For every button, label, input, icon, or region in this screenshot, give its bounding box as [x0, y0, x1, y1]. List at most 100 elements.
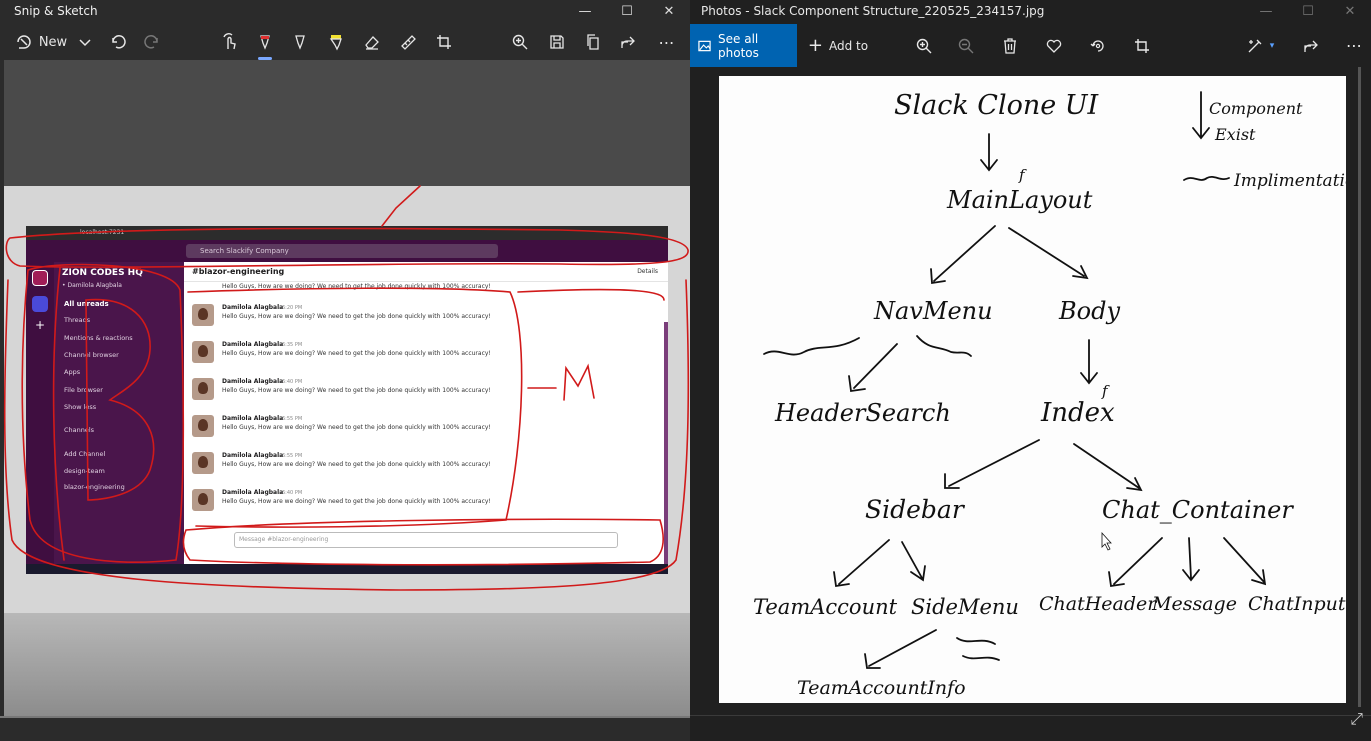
crop-icon [437, 35, 451, 49]
zoom-icon [512, 34, 528, 50]
ruler-button[interactable] [396, 24, 420, 60]
close-button[interactable]: ✕ [648, 0, 690, 22]
index-node: Index [1040, 398, 1115, 428]
expand-icon[interactable]: ⤢ [1350, 709, 1363, 729]
message-time: 6:20 PM [282, 305, 303, 311]
avatar [192, 452, 214, 474]
photos-toolbar: See all photos + Add to ▾ ⋯ [690, 24, 1371, 67]
arrow-index-to-sidebar [944, 439, 1040, 489]
copy-button[interactable] [581, 24, 605, 60]
message-row: Damilola Alagbala 6:40 PM Hello Guys, Ho… [192, 487, 652, 517]
slack-sidebar: ZION CODES HQ • Damilola Alagbala All un… [54, 262, 184, 564]
photo-viewer[interactable]: Slack Clone UI Component Exist Impliment… [690, 67, 1371, 741]
avatar [192, 304, 214, 326]
sidebar-item: Add Channel [64, 450, 106, 458]
touch-writing-icon [223, 33, 236, 50]
partial-message-text: Hello Guys, How are we doing? We need to… [222, 283, 491, 290]
message-author: Damilola Alagbala [222, 341, 284, 348]
eraser-icon [365, 36, 379, 50]
message-author: Damilola Alagbala [222, 489, 284, 496]
team-account-node: TeamAccount [753, 595, 898, 619]
save-button[interactable] [545, 24, 569, 60]
arrow-index-to-chat [1073, 443, 1143, 492]
sidebar-item: Show less [64, 403, 97, 411]
more-options-button[interactable]: ⋯ [655, 24, 679, 60]
message-author: Damilola Alagbala [222, 415, 284, 422]
legend-component: Component [1209, 99, 1303, 118]
zoom-in-icon [916, 38, 932, 53]
share-button[interactable] [1299, 24, 1323, 67]
favorite-button[interactable] [1042, 24, 1066, 67]
crop-button[interactable] [432, 24, 456, 60]
component-tree-diagram: Slack Clone UI Component Exist Impliment… [753, 90, 1366, 699]
redo-icon [144, 35, 158, 49]
whiteboard-photo: Slack Clone UI Component Exist Impliment… [719, 76, 1366, 703]
header-search-node: HeaderSearch [774, 399, 951, 427]
close-button[interactable]: ✕ [1329, 0, 1371, 22]
chevron-down-icon: ▾ [1269, 40, 1275, 51]
chevron-down-icon [79, 39, 91, 47]
new-dropdown-button[interactable] [74, 24, 96, 60]
message-row: Damilola Alagbala 6:55 PM Hello Guys, Ho… [192, 450, 652, 480]
pencil-button[interactable] [288, 24, 312, 60]
maximize-button[interactable]: ☐ [606, 0, 648, 22]
undo-button[interactable] [106, 24, 128, 60]
slack-topbar: Search Slackify Company [26, 240, 668, 262]
highlighter-button[interactable] [324, 24, 348, 60]
filmstrip-divider [690, 715, 1371, 716]
ballpoint-pen-button[interactable] [252, 24, 278, 60]
maximize-button[interactable]: ☐ [1287, 0, 1329, 22]
zoom-out-button[interactable] [954, 24, 978, 67]
pen-icon [260, 35, 270, 50]
slack-main: #blazor-engineering Details Hello Guys, … [184, 262, 668, 574]
message-time: 6:55 PM [282, 453, 303, 459]
touch-writing-button[interactable] [218, 24, 242, 60]
slack-workspace-rail: + [26, 262, 54, 564]
edit-create-button[interactable]: ▾ [1242, 24, 1278, 67]
message-author: Damilola Alagbala [222, 452, 284, 459]
snip-window-title: Snip & Sketch [14, 4, 98, 18]
zoom-in-button[interactable] [912, 24, 936, 67]
sidebar-item: design-team [64, 467, 105, 475]
minimize-button[interactable]: — [564, 0, 606, 22]
redo-button[interactable] [142, 24, 164, 60]
sidebar-item: File browser [64, 386, 103, 394]
arrow-sidebar-to-sidemenu [901, 541, 926, 582]
sidebar-item: Apps [64, 368, 81, 376]
chat-input-node: ChatInput [1248, 593, 1346, 615]
share-button[interactable] [616, 24, 640, 60]
add-to-button[interactable]: + Add to [807, 24, 869, 67]
pencil-icon [295, 35, 305, 50]
arrow-navmenu-to-header [848, 343, 898, 393]
workspace-user: • Damilola Alagbala [62, 282, 122, 289]
minimize-button[interactable]: — [1245, 0, 1287, 22]
message-text: Hello Guys, How are we doing? We need to… [222, 498, 491, 505]
see-all-photos-button[interactable]: See all photos [690, 24, 797, 67]
arrow-sidebar-to-teamaccount [833, 539, 890, 588]
chat-container-node: Chat_Container [1102, 496, 1294, 524]
browser-url: localhost:7231 [80, 229, 125, 236]
browser-bar: localhost:7231 [26, 226, 668, 240]
new-snip-button[interactable]: New [12, 24, 70, 60]
embedded-slack-screenshot: localhost:7231 Search Slackify Company +… [26, 226, 668, 574]
message-time: 6:40 PM [282, 490, 303, 496]
avatar [192, 415, 214, 437]
ruler-icon [401, 35, 416, 50]
arrow-chat-to-message [1182, 537, 1200, 582]
more-options-button[interactable]: ⋯ [1342, 24, 1366, 67]
arrow-body-to-index [1080, 339, 1098, 385]
chat-header-node: ChatHeader [1039, 593, 1158, 615]
zoom-button[interactable] [508, 24, 532, 60]
eraser-button[interactable] [360, 24, 384, 60]
crop-button[interactable] [1130, 24, 1154, 67]
photos-titlebar: Photos - Slack Component Structure_22052… [690, 0, 1371, 22]
message-time: 6:55 PM [282, 416, 303, 422]
share-icon [621, 36, 635, 48]
mouse-cursor-icon [1101, 531, 1112, 551]
workspace-avatar-2 [32, 296, 48, 312]
avatar [192, 489, 214, 511]
photo-scrollbar[interactable] [1358, 67, 1361, 707]
rotate-button[interactable] [1086, 24, 1110, 67]
arrow-root-to-main [980, 133, 998, 172]
delete-button[interactable] [998, 24, 1022, 67]
